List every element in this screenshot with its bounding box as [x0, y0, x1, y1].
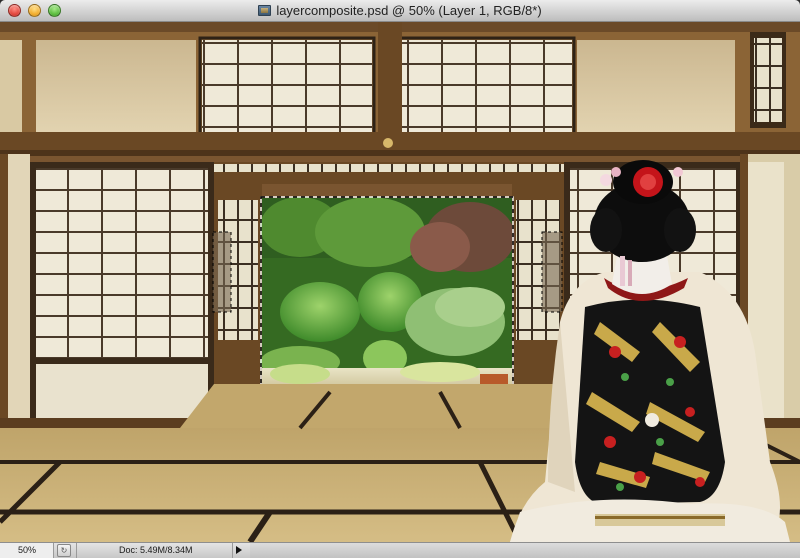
window-title-area: layercomposite.psd @ 50% (Layer 1, RGB/8…: [0, 3, 800, 19]
window-title: layercomposite.psd @ 50% (Layer 1, RGB/8…: [276, 3, 542, 18]
document-size-info: Doc: 5.49M/8.34M: [76, 543, 233, 558]
horizontal-scrollbar[interactable]: [250, 543, 800, 558]
beam-crest: [383, 138, 393, 148]
status-bar: 50% ↻ Doc: 5.49M/8.34M: [0, 542, 800, 558]
window-titlebar[interactable]: layercomposite.psd @ 50% (Layer 1, RGB/8…: [0, 0, 800, 22]
zoom-level-field[interactable]: 50%: [0, 543, 54, 558]
canvas-image: [0, 22, 800, 542]
document-canvas[interactable]: [0, 22, 800, 542]
status-menu-arrow-icon[interactable]: [236, 546, 242, 554]
document-profile-icon[interactable]: ↻: [57, 544, 71, 557]
psd-file-icon: [258, 5, 272, 16]
